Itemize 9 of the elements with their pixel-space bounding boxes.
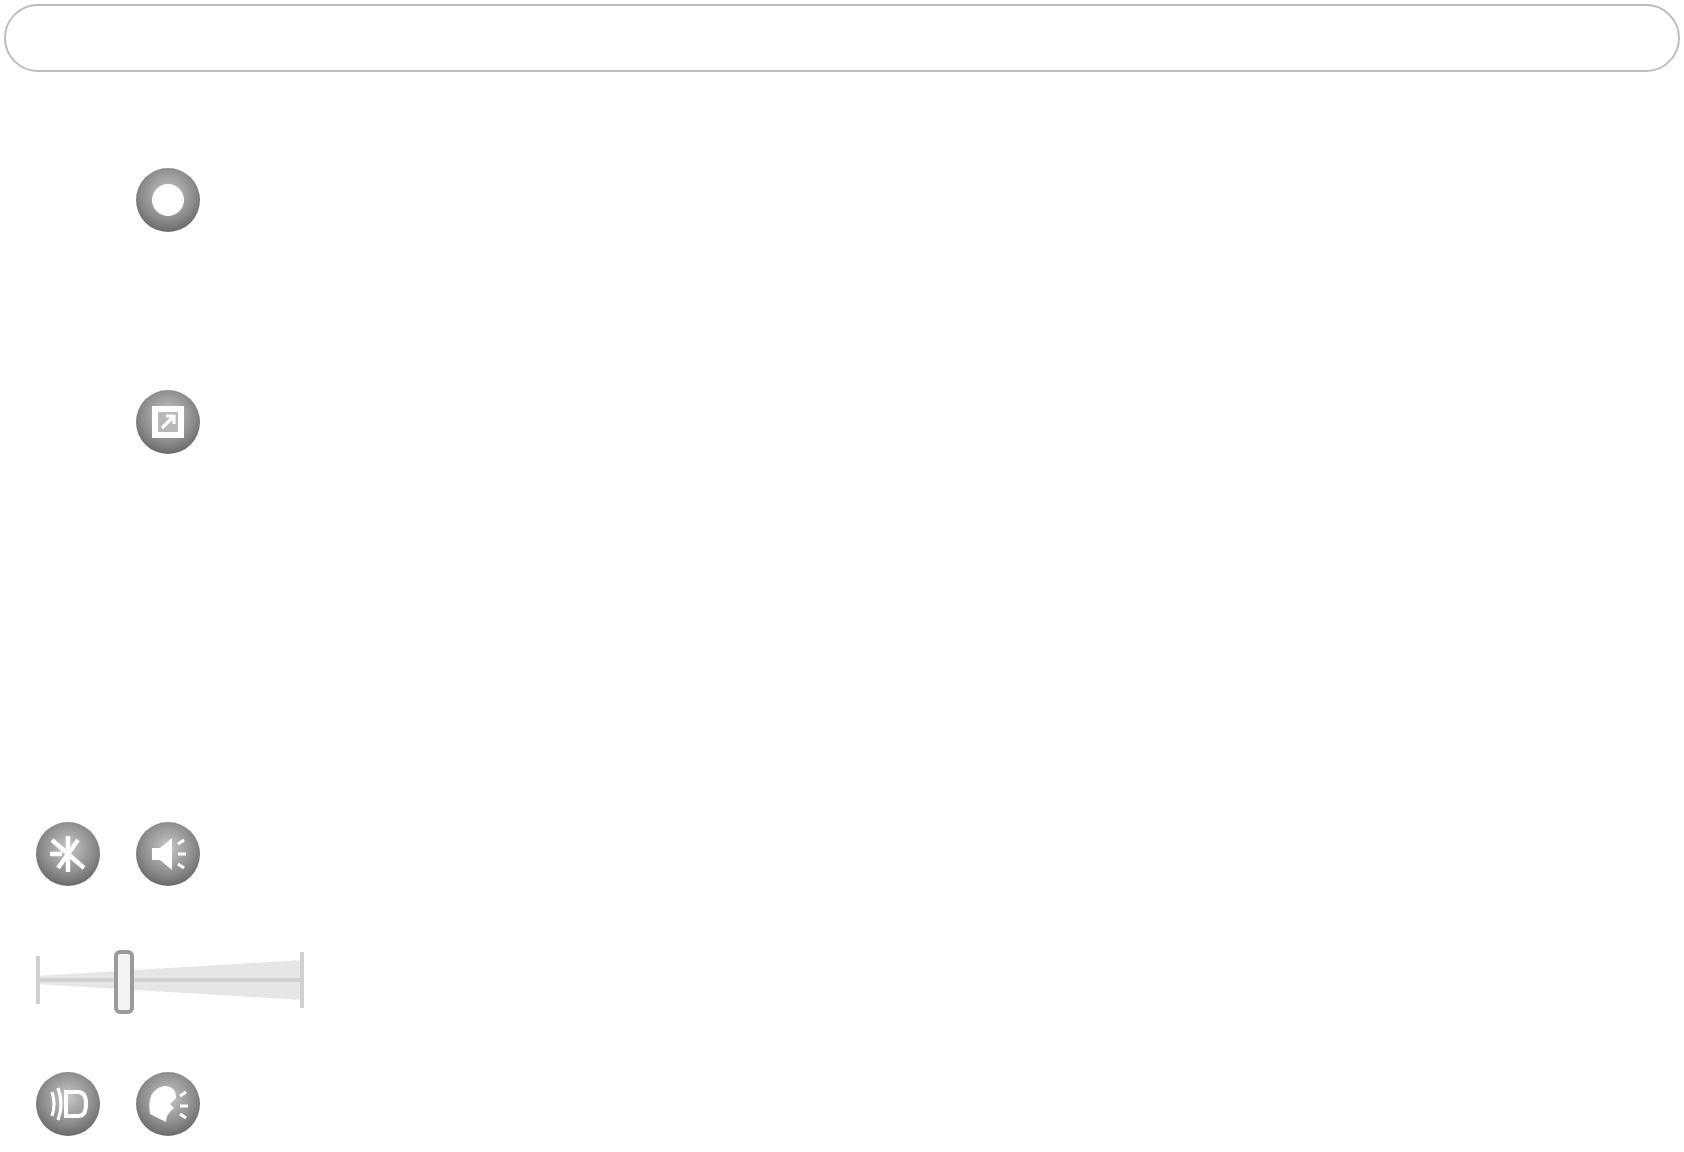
volume-slider[interactable] xyxy=(36,948,304,1012)
fullscreen-icon[interactable] xyxy=(134,388,202,456)
record-icon[interactable] xyxy=(134,166,202,234)
sound-waves-icon[interactable] xyxy=(34,1070,102,1138)
speaker-icon[interactable] xyxy=(134,820,202,888)
muted-microphone-icon[interactable] xyxy=(34,820,102,888)
address-field[interactable] xyxy=(4,4,1680,72)
slider-thumb[interactable] xyxy=(113,950,134,1014)
talking-head-icon[interactable] xyxy=(134,1070,202,1138)
